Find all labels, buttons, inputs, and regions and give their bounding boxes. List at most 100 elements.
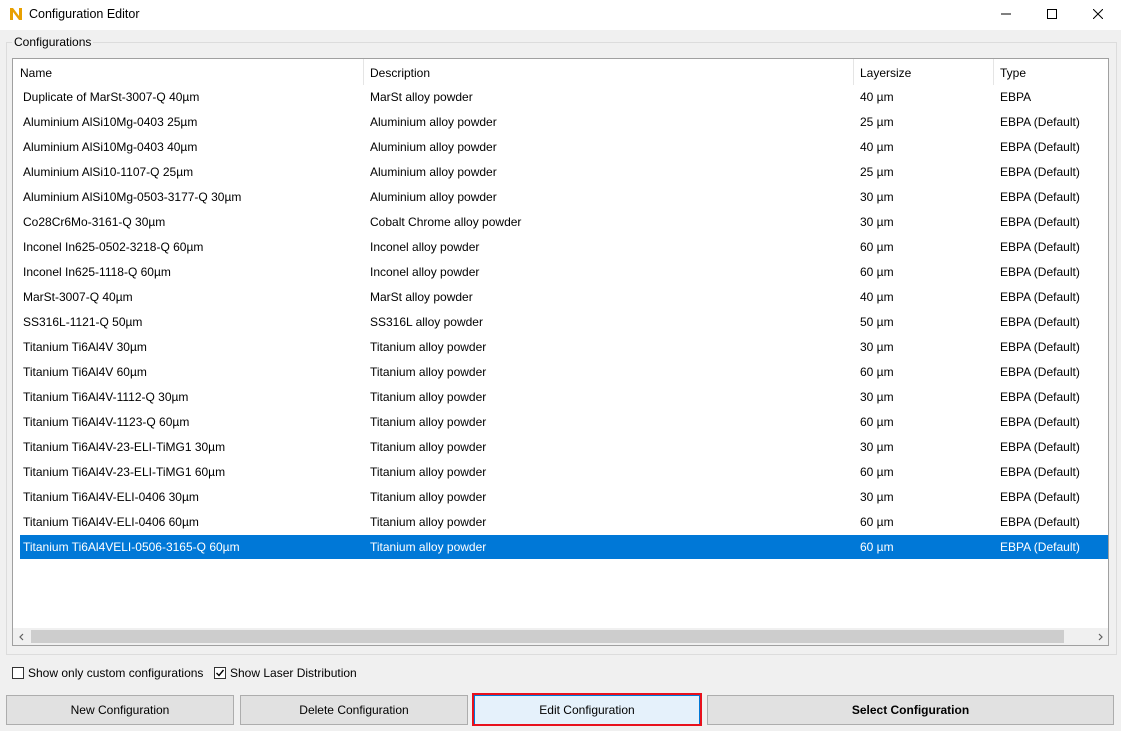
table-row[interactable]: SS316L-1121-Q 50µm SS316L alloy powder 50 …	[20, 310, 1108, 334]
cell-type: EBPA (Default)	[1000, 290, 1080, 304]
scroll-left-icon[interactable]	[13, 628, 30, 645]
cell-type: EBPA (Default)	[1000, 165, 1080, 179]
table-row[interactable]: Inconel In625-0502-3218-Q 60µm Inconel al…	[20, 235, 1108, 259]
cell-layersize: 30 µm	[860, 190, 894, 204]
show-laser-option[interactable]: Show Laser Distribution	[214, 666, 357, 680]
cell-layersize: 60 µm	[860, 240, 894, 254]
show-laser-label[interactable]: Show Laser Distribution	[230, 666, 357, 680]
title-bar: Configuration Editor	[0, 0, 1121, 30]
cell-name: Duplicate of MarSt-3007-Q 40µm	[23, 90, 200, 104]
checkmark-icon	[216, 669, 225, 677]
cell-layersize: 60 µm	[860, 415, 894, 429]
table-row[interactable]: Titanium Ti6Al4V-23-ELI-TiMG1 30µm Titani…	[20, 435, 1108, 459]
cell-type: EBPA (Default)	[1000, 215, 1080, 229]
cell-layersize: 25 µm	[860, 115, 894, 129]
delete-configuration-label: Delete Configuration	[299, 703, 409, 717]
column-divider[interactable]	[993, 59, 994, 85]
cell-description: Titanium alloy powder	[370, 415, 487, 429]
cell-layersize: 60 µm	[860, 540, 894, 554]
cell-description: Inconel alloy powder	[370, 265, 480, 279]
table-row[interactable]: Aluminium AlSi10Mg-0403 25µm Aluminium al…	[20, 110, 1108, 134]
maximize-button[interactable]	[1029, 0, 1075, 30]
delete-configuration-button[interactable]: Delete Configuration	[240, 695, 468, 725]
table-row[interactable]: Co28Cr6Mo-3161-Q 30µm Cobalt Chrome alloy…	[20, 210, 1108, 234]
column-divider[interactable]	[363, 59, 364, 85]
cell-description: Titanium alloy powder	[370, 540, 487, 554]
cell-layersize: 60 µm	[860, 465, 894, 479]
table-row[interactable]: Titanium Ti6Al4V-ELI-0406 60µm Titanium a…	[20, 510, 1108, 534]
cell-type: EBPA (Default)	[1000, 240, 1080, 254]
cell-description: SS316L alloy powder	[370, 315, 483, 329]
list-header: Name Description Layersize Type	[13, 59, 1108, 85]
table-row[interactable]: Titanium Ti6Al4V-1123-Q 60µm Titanium all…	[20, 410, 1108, 434]
table-row[interactable]: Titanium Ti6Al4V 30µm Titanium alloy powd…	[20, 335, 1108, 359]
horizontal-scrollbar[interactable]	[13, 628, 1108, 645]
minimize-icon	[1001, 8, 1011, 22]
cell-name: Inconel In625-0502-3218-Q 60µm	[23, 240, 204, 254]
table-row-selected[interactable]: Titanium Ti6Al4VELI-0506-3165-Q 60µm Tita…	[20, 535, 1108, 559]
edit-configuration-button[interactable]: Edit Configuration	[474, 695, 700, 725]
show-custom-checkbox[interactable]	[12, 667, 24, 679]
cell-name: Inconel In625-1118-Q 60µm	[23, 265, 171, 279]
show-laser-checkbox[interactable]	[214, 667, 226, 679]
cell-type: EBPA (Default)	[1000, 390, 1080, 404]
table-row[interactable]: Duplicate of MarSt-3007-Q 40µm MarSt allo…	[20, 85, 1108, 109]
column-divider[interactable]	[853, 59, 854, 85]
show-custom-label[interactable]: Show only custom configurations	[28, 666, 203, 680]
cell-description: Inconel alloy powder	[370, 240, 480, 254]
cell-layersize: 40 µm	[860, 140, 894, 154]
cell-description: Aluminium alloy powder	[370, 190, 497, 204]
cell-description: Titanium alloy powder	[370, 440, 487, 454]
cell-description: Aluminium alloy powder	[370, 115, 497, 129]
scroll-right-icon[interactable]	[1091, 628, 1108, 645]
new-configuration-button[interactable]: New Configuration	[6, 695, 234, 725]
cell-name: Co28Cr6Mo-3161-Q 30µm	[23, 215, 166, 229]
cell-type: EBPA (Default)	[1000, 365, 1080, 379]
cell-name: Aluminium AlSi10-1107-Q 25µm	[23, 165, 194, 179]
column-header-layersize[interactable]: Layersize	[860, 66, 911, 80]
column-header-type[interactable]: Type	[1000, 66, 1026, 80]
minimize-button[interactable]	[983, 0, 1029, 30]
select-configuration-label: Select Configuration	[851, 703, 970, 717]
cell-layersize: 30 µm	[860, 340, 894, 354]
cell-name: Titanium Ti6Al4V-23-ELI-TiMG1 30µm	[23, 440, 226, 454]
table-row[interactable]: Titanium Ti6Al4V-ELI-0406 30µm Titanium a…	[20, 485, 1108, 509]
table-row[interactable]: Aluminium AlSi10Mg-0503-3177-Q 30µm Alumi…	[20, 185, 1108, 209]
cell-name: Titanium Ti6Al4V-1123-Q 60µm	[23, 415, 190, 429]
table-row[interactable]: Titanium Ti6Al4V 60µm Titanium alloy powd…	[20, 360, 1108, 384]
table-row[interactable]: MarSt-3007-Q 40µm MarSt alloy powder 40 µm…	[20, 285, 1108, 309]
cell-type: EBPA (Default)	[1000, 490, 1080, 504]
table-row[interactable]: Titanium Ti6Al4V-1112-Q 30µm Titanium all…	[20, 385, 1108, 409]
cell-layersize: 40 µm	[860, 290, 894, 304]
cell-layersize: 30 µm	[860, 390, 894, 404]
configurations-group-label: Configurations	[12, 35, 94, 49]
edit-configuration-label: Edit Configuration	[539, 703, 635, 717]
table-row[interactable]: Titanium Ti6Al4V-23-ELI-TiMG1 60µm Titani…	[20, 460, 1108, 484]
cell-layersize: 30 µm	[860, 215, 894, 229]
table-row[interactable]: Aluminium AlSi10-1107-Q 25µm Aluminium al…	[20, 160, 1108, 184]
cell-layersize: 60 µm	[860, 365, 894, 379]
configurations-list[interactable]: Name Description Layersize Type Duplicat…	[12, 58, 1109, 646]
cell-name: Aluminium AlSi10Mg-0403 25µm	[23, 115, 198, 129]
table-row[interactable]: Aluminium AlSi10Mg-0403 40µm Aluminium al…	[20, 135, 1108, 159]
cell-layersize: 60 µm	[860, 265, 894, 279]
close-icon	[1092, 8, 1104, 22]
cell-name: Titanium Ti6Al4V-ELI-0406 60µm	[23, 515, 199, 529]
scrollbar-thumb[interactable]	[31, 630, 1064, 643]
cell-type: EBPA (Default)	[1000, 190, 1080, 204]
cell-description: Cobalt Chrome alloy powder	[370, 215, 522, 229]
cell-type: EBPA (Default)	[1000, 340, 1080, 354]
select-configuration-button[interactable]: Select Configuration	[707, 695, 1114, 725]
close-button[interactable]	[1075, 0, 1121, 30]
show-custom-option[interactable]: Show only custom configurations	[12, 666, 203, 680]
column-header-description[interactable]: Description	[370, 66, 430, 80]
cell-layersize: 25 µm	[860, 165, 894, 179]
cell-type: EBPA (Default)	[1000, 440, 1080, 454]
column-header-name[interactable]: Name	[20, 66, 52, 80]
cell-layersize: 60 µm	[860, 515, 894, 529]
table-row[interactable]: Inconel In625-1118-Q 60µm Inconel alloy p…	[20, 260, 1108, 284]
cell-layersize: 40 µm	[860, 90, 894, 104]
cell-description: Aluminium alloy powder	[370, 165, 497, 179]
cell-name: Aluminium AlSi10Mg-0503-3177-Q 30µm	[23, 190, 242, 204]
app-logo-icon	[8, 6, 24, 22]
